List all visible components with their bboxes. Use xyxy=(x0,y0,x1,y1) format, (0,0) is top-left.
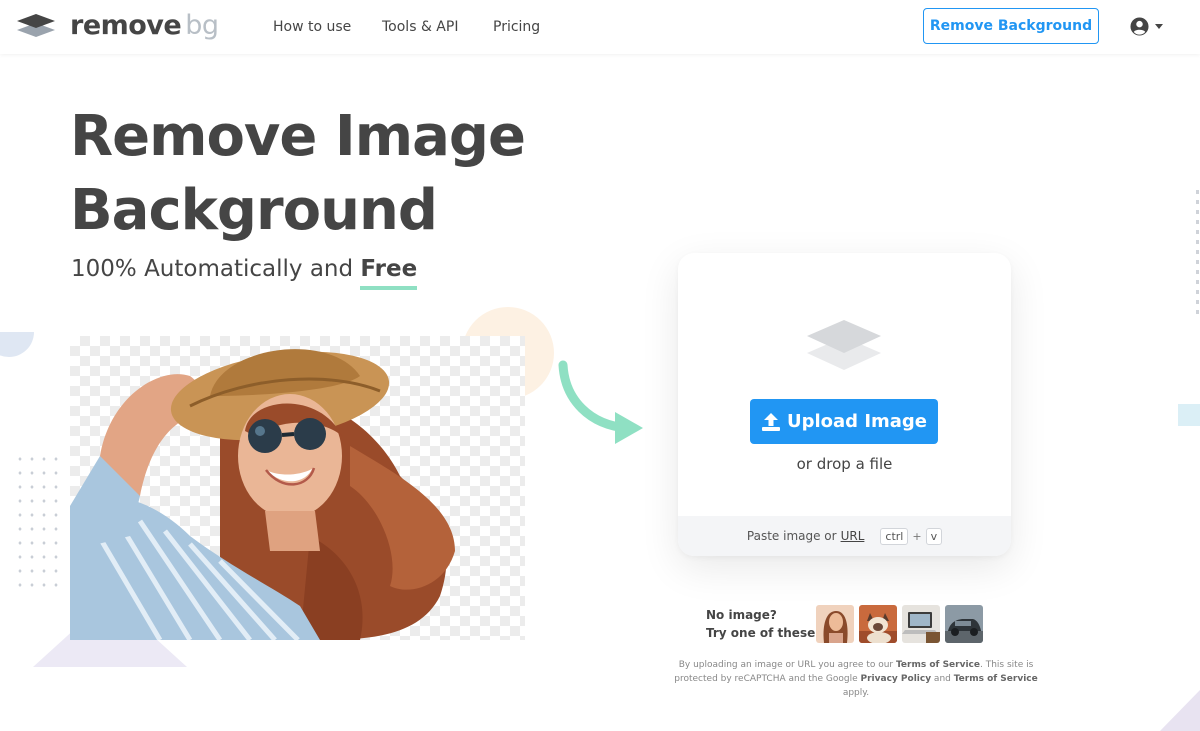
v-key: v xyxy=(925,527,943,545)
decorative-square xyxy=(1178,404,1200,426)
legal-notice: By uploading an image or URL you agree t… xyxy=(666,658,1046,700)
nav-how-to-use[interactable]: How to use xyxy=(273,19,351,35)
privacy-policy-link[interactable]: Privacy Policy xyxy=(861,674,932,684)
upload-image-label: Upload Image xyxy=(786,411,928,432)
hero-title-line-2: Background xyxy=(70,178,438,243)
arrow-icon xyxy=(558,360,643,444)
woman-cutout-illustration xyxy=(70,349,455,640)
plus-sign: + xyxy=(912,529,922,543)
decorative-semicircle xyxy=(0,332,34,357)
legal-text-3: and xyxy=(931,674,954,684)
upload-image-button[interactable]: Upload Image xyxy=(750,399,938,444)
hero-subtitle-free: Free xyxy=(360,256,418,290)
upload-card: Upload Image or drop a file Paste image … xyxy=(678,253,1011,556)
logo-text-remove: remove xyxy=(70,10,182,41)
decorative-dashes xyxy=(1196,190,1199,320)
drop-file-text: or drop a file xyxy=(796,455,893,473)
ctrl-key: ctrl xyxy=(880,527,909,545)
hero-subtitle: 100% Automatically and Free xyxy=(71,256,418,290)
hero-title: Remove Image Background xyxy=(70,100,526,248)
upload-icon xyxy=(761,412,780,431)
hero-title-line-1: Remove Image xyxy=(70,104,526,169)
paste-url-link[interactable]: URL xyxy=(841,529,865,543)
example-cutout-image xyxy=(70,336,525,640)
logo-text-bg: bg xyxy=(185,10,219,41)
sample-thumb-woman[interactable] xyxy=(816,605,854,643)
paste-hint-text: Paste image or xyxy=(746,529,837,543)
nav-tools-api[interactable]: Tools & API xyxy=(382,19,458,35)
hero-subtitle-text: 100% Automatically and xyxy=(71,256,361,282)
nav-pricing[interactable]: Pricing xyxy=(493,19,540,35)
sample-thumb-car[interactable] xyxy=(945,605,983,643)
sample-images-label: No image? Try one of these: xyxy=(706,606,820,642)
paste-hint-bar: Paste image or URL ctrl + v xyxy=(678,516,1011,556)
sample-thumb-laptop[interactable] xyxy=(902,605,940,643)
user-menu[interactable] xyxy=(1130,17,1163,36)
sample-label-line-1: No image? xyxy=(706,608,777,622)
sample-label-line-2: Try one of these: xyxy=(706,626,821,640)
logo[interactable]: remove bg xyxy=(16,11,219,41)
remove-background-button[interactable]: Remove Background xyxy=(923,8,1099,44)
decorative-corner-triangle xyxy=(1160,690,1200,731)
caret-down-icon xyxy=(1155,24,1163,29)
logo-text: remove bg xyxy=(70,11,219,41)
logo-icon xyxy=(17,14,55,37)
decorative-dot-grid xyxy=(14,452,64,592)
legal-text-1: By uploading an image or URL you agree t… xyxy=(678,660,896,670)
layers-icon xyxy=(807,320,881,370)
top-navbar: remove bg How to use Tools & API Pricing … xyxy=(0,0,1200,54)
legal-text-4: apply. xyxy=(842,688,870,698)
sample-thumbnails xyxy=(816,605,983,643)
terms-of-service-link-2[interactable]: Terms of Service xyxy=(954,674,1038,684)
terms-of-service-link[interactable]: Terms of Service xyxy=(896,660,980,670)
sample-thumb-cat[interactable] xyxy=(859,605,897,643)
user-circle-icon xyxy=(1130,17,1149,36)
